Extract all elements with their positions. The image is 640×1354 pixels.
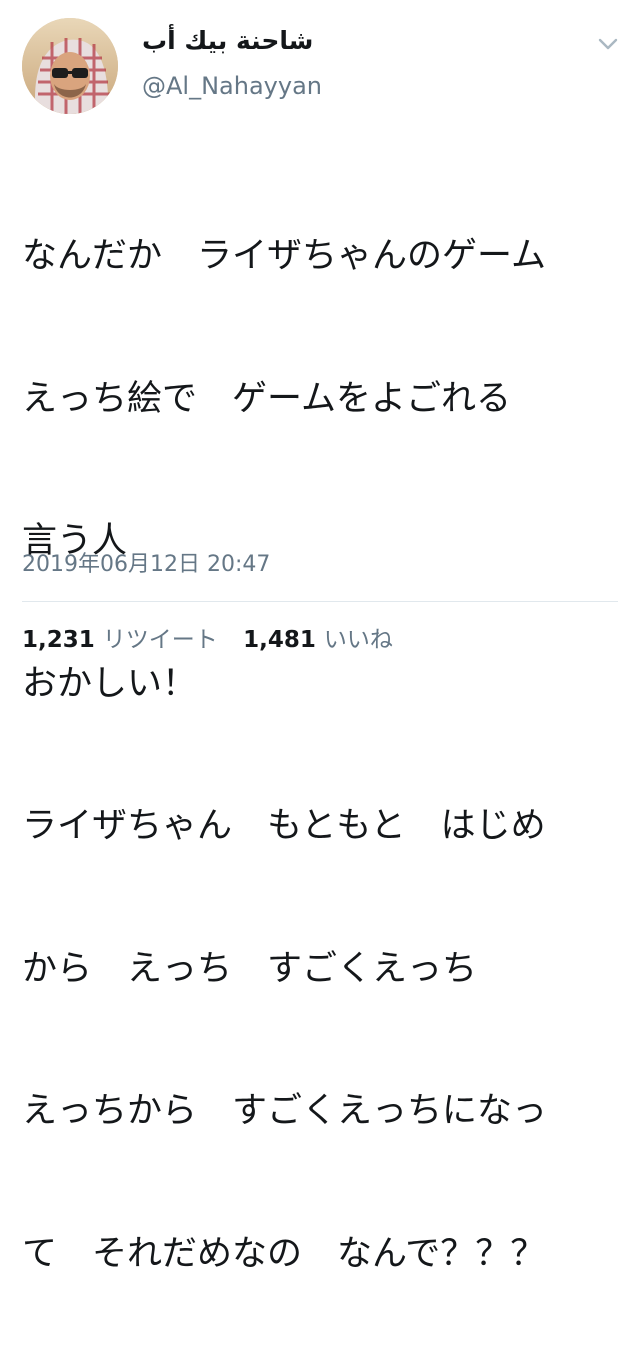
- avatar-image: [22, 18, 118, 114]
- tweet-text-line: えっちから すごくえっちになっ: [22, 1091, 548, 1131]
- user-handle[interactable]: @Al_Nahayyan: [142, 72, 322, 100]
- tweet-text-line: て それだめなの なんで？？？: [22, 1233, 546, 1274]
- tweet-text-line: おかしい！: [22, 663, 198, 704]
- tweet-text-line: ライザちゃん もともと はじめ: [22, 806, 546, 846]
- likes-stat[interactable]: 1,481 いいね: [243, 620, 393, 654]
- tweet-text-line: なんだか ライザちゃんのゲーム: [22, 236, 546, 276]
- avatar[interactable]: [22, 18, 118, 114]
- tweet-text-line: から えっち すごくえっち: [22, 948, 478, 989]
- tweet-timestamp[interactable]: 2019年06月12日 20:47: [22, 546, 270, 578]
- retweets-label: リツイート: [102, 627, 218, 653]
- tweet-header: شاحنة بيك أب @Al_Nahayyan: [22, 18, 622, 118]
- tweet-text: なんだか ライザちゃんのゲーム えっち絵で ゲームをよごれる 言う人 おかしい！…: [22, 138, 626, 1354]
- likes-label: いいね: [323, 627, 393, 653]
- retweets-stat[interactable]: 1,231 リツイート: [22, 620, 218, 654]
- chevron-down-icon[interactable]: [594, 34, 622, 54]
- retweets-count: 1,231: [22, 627, 95, 653]
- tweet-text-line: えっち絵で ゲームをよごれる: [22, 378, 511, 419]
- likes-count: 1,481: [243, 627, 316, 653]
- divider: [22, 601, 618, 602]
- tweet-stats: 1,231 リツイート 1,481 いいね: [22, 620, 411, 654]
- display-name[interactable]: شاحنة بيك أب: [142, 26, 313, 55]
- tweet-card: شاحنة بيك أب @Al_Nahayyan なんだか ライザちゃんのゲー…: [0, 0, 640, 1274]
